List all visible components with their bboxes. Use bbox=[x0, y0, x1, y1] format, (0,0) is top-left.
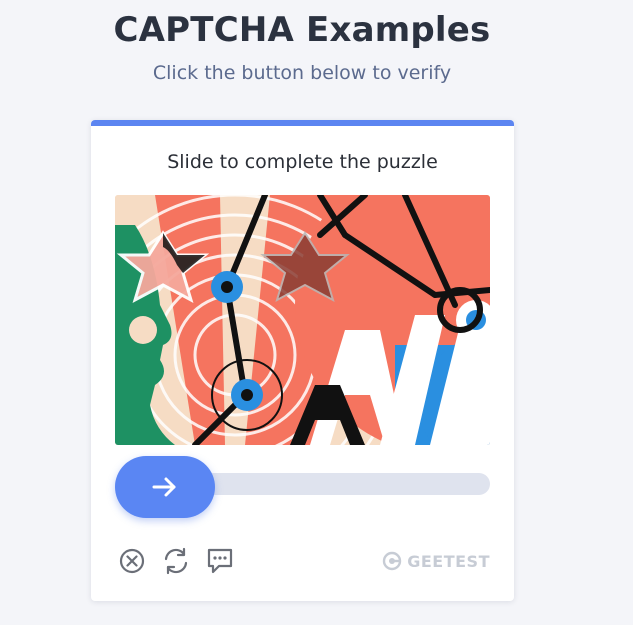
brand-name: GEETEST bbox=[407, 551, 490, 571]
close-button[interactable] bbox=[115, 544, 149, 578]
page: CAPTCHA Examples Click the button below … bbox=[0, 0, 633, 625]
feedback-button[interactable] bbox=[203, 544, 237, 578]
close-circle-icon bbox=[119, 548, 145, 574]
captcha-instruction: Slide to complete the puzzle bbox=[167, 151, 438, 173]
arrow-right-icon bbox=[152, 477, 176, 497]
geetest-brand: GEETEST bbox=[382, 549, 490, 573]
captcha-card: Slide to complete the puzzle GEETEST bbox=[91, 120, 514, 601]
refresh-icon bbox=[164, 547, 188, 575]
captcha-tools bbox=[115, 544, 247, 578]
page-subtitle: Click the button below to verify bbox=[152, 62, 452, 84]
geetest-logo-icon bbox=[383, 551, 402, 571]
refresh-button[interactable] bbox=[159, 544, 193, 578]
slider-handle[interactable] bbox=[115, 456, 215, 518]
page-title: CAPTCHA Examples bbox=[113, 10, 491, 50]
puzzle-artwork bbox=[115, 195, 490, 445]
puzzle-image bbox=[115, 195, 490, 445]
card-accent-bar bbox=[91, 120, 514, 126]
feedback-chat-icon bbox=[207, 548, 233, 574]
